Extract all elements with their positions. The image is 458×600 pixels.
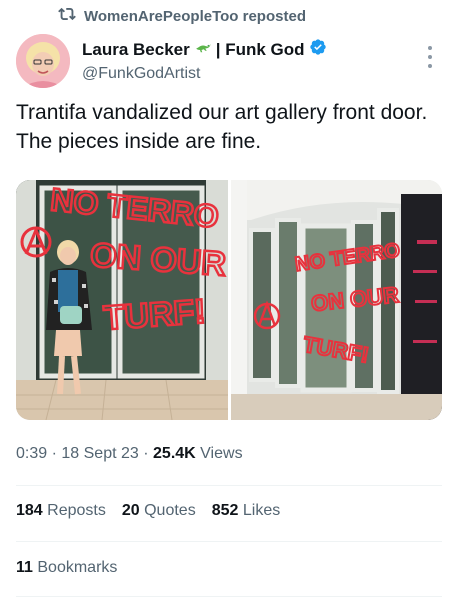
meta-separator: ·: [143, 445, 149, 462]
more-dot-icon: [428, 64, 432, 68]
quotes-count: 20: [121, 502, 140, 519]
tweet-time[interactable]: 0:39: [16, 445, 47, 462]
verified-badge-icon: [309, 38, 327, 61]
lizard-emoji-icon: [194, 38, 212, 61]
author-handle[interactable]: @FunkGodArtist: [82, 65, 327, 83]
media-grid[interactable]: NO TERRO ON OUR TURF! NO TERRO ON OUR TU…: [16, 180, 442, 420]
reposts-stat[interactable]: 184 Reposts: [16, 502, 106, 520]
author-name-suffix: | Funk God: [215, 39, 305, 59]
views-count: 25.4K: [153, 445, 196, 462]
media-photo-2[interactable]: NO TERRO ON OUR TURF!: [231, 180, 442, 420]
meta-separator: ·: [51, 445, 57, 462]
more-options-button[interactable]: [420, 46, 440, 68]
divider: [16, 596, 442, 597]
divider: [16, 541, 442, 542]
reposts-label: Reposts: [47, 502, 106, 519]
quotes-label: Quotes: [144, 502, 196, 519]
likes-stat[interactable]: 852 Likes: [212, 502, 281, 520]
repost-indicator[interactable]: WomenArePeopleToo reposted: [58, 6, 306, 26]
bookmarks-stat[interactable]: 11 Bookmarks: [16, 559, 117, 577]
reposts-count: 184: [16, 502, 43, 519]
likes-label: Likes: [242, 502, 281, 519]
repost-icon: [58, 5, 76, 27]
bookmarks-count: 11: [16, 559, 33, 576]
author-name[interactable]: Laura Becker: [82, 40, 190, 60]
media-photo-1[interactable]: NO TERRO ON OUR TURF!: [16, 180, 228, 420]
more-dot-icon: [428, 55, 432, 59]
tweet-date[interactable]: 18 Sept 23: [61, 445, 138, 462]
views-label: Views: [200, 445, 243, 462]
tweet-text: Trantifa vandalized our art gallery fron…: [16, 101, 428, 153]
bookmarks-label: Bookmarks: [37, 559, 118, 576]
likes-count: 852: [211, 502, 239, 519]
engagement-stats: 184 Reposts 20 Quotes 852 Likes: [16, 502, 280, 520]
more-dot-icon: [428, 46, 432, 50]
divider: [16, 485, 442, 486]
author-name-row[interactable]: Laura Becker | Funk God: [82, 38, 327, 61]
tweet-meta: 0:39 · 18 Sept 23 · 25.4K Views: [16, 445, 243, 463]
author-block[interactable]: Laura Becker | Funk God @FunkGodArtist: [82, 38, 327, 83]
avatar[interactable]: [16, 34, 70, 88]
repost-text[interactable]: WomenArePeopleToo reposted: [84, 8, 306, 25]
quotes-stat[interactable]: 20 Quotes: [122, 502, 196, 520]
graffiti-text: TURF!: [102, 293, 206, 338]
